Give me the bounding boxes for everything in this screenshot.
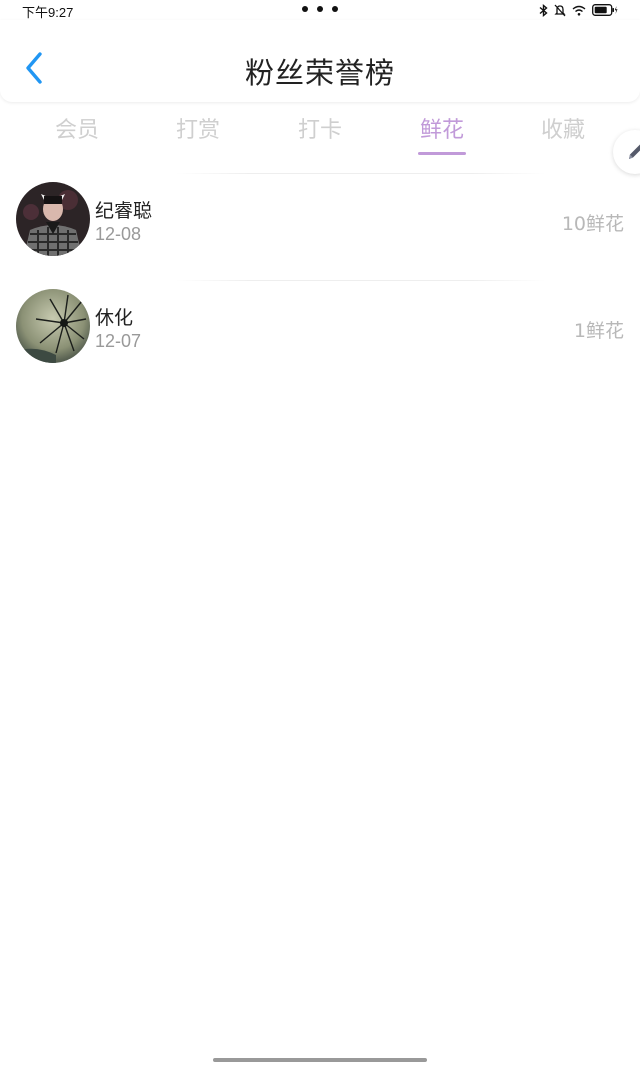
header: 粉丝荣誉榜 <box>0 20 640 102</box>
divider <box>176 173 546 174</box>
status-icons <box>539 3 618 17</box>
mute-bell-icon <box>554 4 566 16</box>
tab-flowers[interactable]: 鲜花 <box>381 112 503 144</box>
wifi-icon <box>572 5 586 16</box>
tab-favorites[interactable]: 收藏 <box>502 112 624 144</box>
home-indicator[interactable] <box>213 1058 427 1062</box>
fan-ranking-list: 纪睿聪 12-08 10鲜花 休化 12-07 1鲜花 <box>0 168 640 382</box>
avatar-person-icon <box>16 182 90 256</box>
fan-name: 休化 <box>95 307 134 329</box>
page-title: 粉丝荣誉榜 <box>244 56 395 90</box>
flower-count: 1鲜花 <box>573 320 624 342</box>
tab-bar: 会员 打赏 打卡 鲜花 收藏 <box>0 108 640 160</box>
tab-active-indicator <box>418 152 466 155</box>
fan-name: 纪睿聪 <box>95 200 153 222</box>
status-bar: 下午9:27 <box>0 0 640 20</box>
list-item[interactable]: 纪睿聪 12-08 10鲜花 <box>0 168 640 275</box>
fan-date: 12-08 <box>95 224 142 244</box>
battery-icon <box>592 4 618 16</box>
tab-tips[interactable]: 打赏 <box>137 112 259 144</box>
bluetooth-icon <box>539 3 548 17</box>
pencil-icon <box>629 144 640 159</box>
list-item[interactable]: 休化 12-07 1鲜花 <box>0 275 640 382</box>
divider <box>176 280 546 281</box>
fan-date: 12-07 <box>95 331 142 351</box>
status-time: 下午9:27 <box>22 5 74 20</box>
multitask-dots-icon[interactable] <box>302 6 338 12</box>
avatar-dandelion-icon <box>16 289 90 363</box>
tab-checkin[interactable]: 打卡 <box>259 112 381 144</box>
flower-count: 10鲜花 <box>561 213 624 235</box>
tab-membership[interactable]: 会员 <box>16 112 138 144</box>
